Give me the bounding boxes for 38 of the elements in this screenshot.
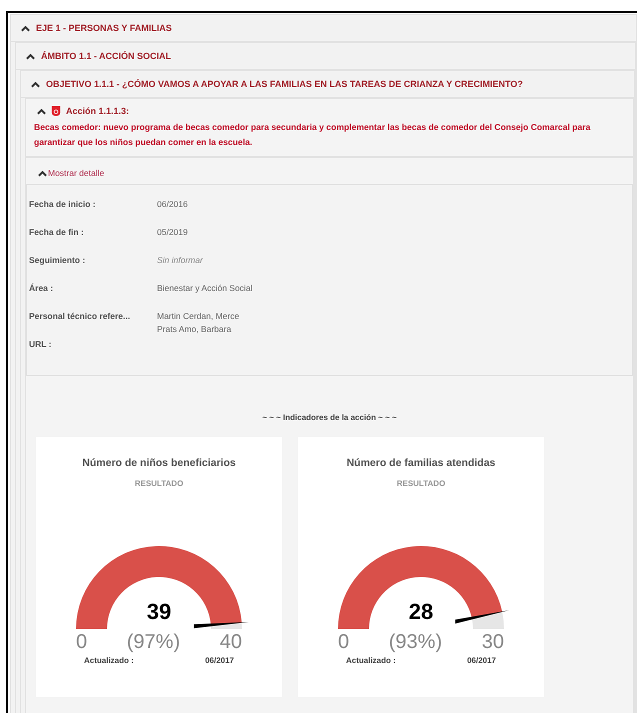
indicators-heading: ~ ~ ~ Indicadores de la acción ~ ~ ~ (261, 413, 398, 422)
link-text: Mostrar detalle (48, 168, 104, 178)
indicator-subtitle: RESULTADO (396, 479, 446, 488)
show-detail-link[interactable]: Mostrar detalle (26, 158, 116, 184)
gauge-percent: (93%) (388, 631, 442, 654)
field-label: Fecha de fin : (29, 227, 85, 239)
section-title: OBJETIVO 1.1.1 - ¿CÓMO VAMOS A APOYAR A LAS FAMILIAS EN LAS TAREAS DE CRIANZA Y CRECIMIENTO? (46, 79, 523, 89)
field-value: Martin Cerdan, Merce (157, 311, 240, 321)
field-label: URL : (29, 339, 53, 351)
field-label: Seguimiento : (29, 255, 86, 267)
gauge-value: 39 (146, 599, 172, 625)
field-value: Prats Amo, Barbara (157, 324, 232, 334)
indicator-title: Número de familias atendidas (346, 457, 496, 469)
gauge-max: 30 (482, 631, 504, 654)
indicator-subtitle: RESULTADO (134, 479, 184, 488)
chevron-up-icon[interactable] (37, 108, 46, 114)
gauge-value: 28 (408, 599, 434, 625)
field-value: Sin informar (157, 255, 203, 265)
section-title: ÁMBITO 1.1 - ACCIÓN SOCIAL (41, 51, 172, 61)
shield-icon (51, 105, 61, 117)
field-label: Personal técnico refere... (29, 311, 132, 323)
updated-label: Actualizado : (84, 656, 134, 665)
field-value: Bienestar y Acción Social (157, 283, 252, 293)
gauge-min: 0 (338, 631, 350, 654)
field-label: Fecha de inicio : (29, 199, 97, 211)
updated-date: 06/2017 (205, 656, 234, 665)
indicator-title: Número de niños beneficiarios (82, 457, 236, 469)
updated-date: 06/2017 (467, 656, 496, 665)
section-title: EJE 1 - PERSONAS Y FAMILIAS (36, 23, 172, 33)
field-value: 05/2019 (157, 227, 188, 237)
field-value: 06/2016 (157, 199, 188, 209)
updated-label: Actualizado : (346, 656, 396, 665)
gauge-max: 40 (220, 631, 242, 654)
field-label: Área : (29, 283, 54, 295)
gauge-percent: (97%) (126, 631, 180, 654)
gauge-min: 0 (76, 631, 88, 654)
action-title: Acción 1.1.1.3: (66, 106, 130, 116)
action-description: Becas comedor: nuevo programa de becas comedor para secundaria y complementar las becas de comedor del Consejo Comarcal para garantizar que los niños puedan comer en la escuela. (34, 121, 592, 149)
